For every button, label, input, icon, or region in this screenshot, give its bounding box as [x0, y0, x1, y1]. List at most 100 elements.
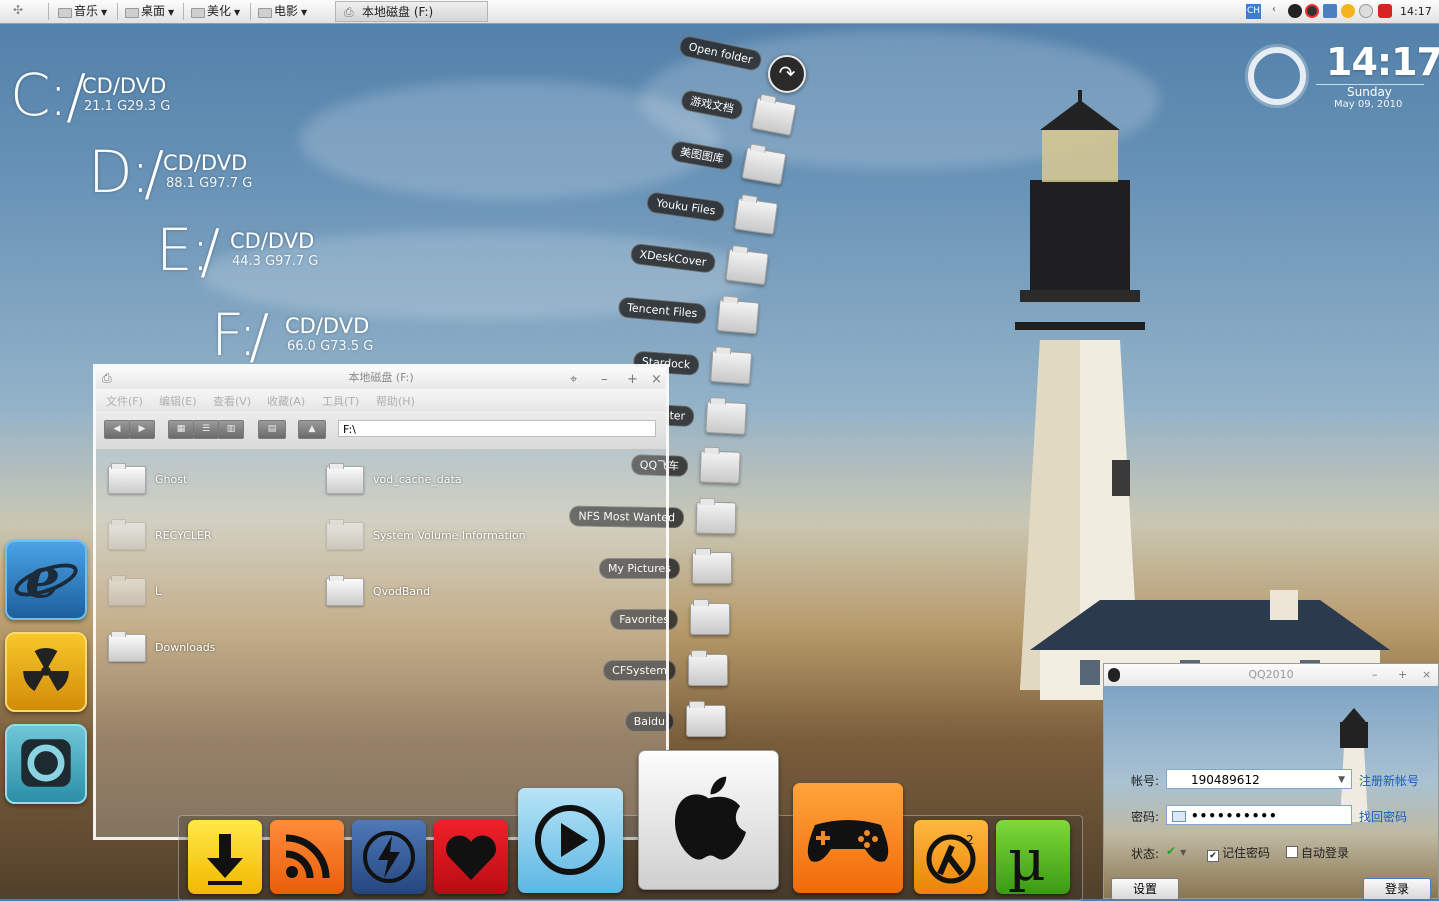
drop-icon[interactable]: [1359, 4, 1373, 18]
drive-c[interactable]: C: / CD/DVD 21.1 G29.3 G: [10, 62, 230, 136]
auto-login-checkbox[interactable]: 自动登录: [1286, 844, 1349, 861]
drive-f[interactable]: F: / CD/DVD 66.0 G73.5 G: [211, 302, 431, 372]
menu-tools[interactable]: 工具(T): [322, 393, 359, 409]
folder-icon: [108, 631, 146, 662]
open-folder-arrow-icon[interactable]: ↷: [768, 55, 806, 93]
qq-penguin-icon[interactable]: [1288, 4, 1302, 18]
address-bar[interactable]: F:\: [338, 420, 656, 437]
media-player-icon[interactable]: [518, 788, 623, 893]
folder-icon: [710, 349, 753, 385]
qq-penguin-icon[interactable]: [1305, 4, 1319, 18]
drive-d[interactable]: D: / CD/DVD 88.1 G97.7 G: [88, 139, 308, 213]
online-status-icon[interactable]: ✔ ▼: [1166, 844, 1186, 858]
menu-favorites[interactable]: 收藏(A): [267, 393, 305, 409]
shield-icon[interactable]: [1378, 4, 1392, 18]
settings-button[interactable]: 设置: [1111, 878, 1179, 900]
folder-icon: [326, 519, 364, 550]
folders-button[interactable]: ▤: [258, 420, 286, 439]
menu-view[interactable]: 查看(V): [213, 393, 251, 409]
forward-button[interactable]: ▶: [129, 420, 155, 439]
account-label: 帐号:: [1131, 774, 1160, 788]
folder-item[interactable]: ـا: [108, 575, 308, 608]
folder-icon: [741, 146, 787, 186]
folder-icon: [326, 463, 364, 494]
pin-icon[interactable]: ✣: [13, 3, 23, 17]
pin-window-icon[interactable]: ⌖: [570, 369, 577, 391]
menu-file[interactable]: 文件(F): [106, 393, 143, 409]
chevron-down-icon[interactable]: ▼: [1338, 770, 1345, 790]
taskbar-clock[interactable]: 14:17: [1400, 5, 1432, 18]
tray-expand-icon[interactable]: ‹: [1272, 4, 1276, 15]
network-icon[interactable]: [1323, 4, 1337, 18]
drive-e[interactable]: E: / CD/DVD 44.3 G97.7 G: [156, 217, 376, 291]
minimize-button[interactable]: –: [601, 369, 608, 391]
account-field[interactable]: 190489612 ▼: [1166, 769, 1352, 789]
login-button[interactable]: 登录: [1363, 878, 1431, 900]
remember-password-checkbox[interactable]: ✔ 记住密码: [1207, 844, 1270, 862]
folder-item[interactable]: vod_cache_data: [326, 463, 556, 496]
explorer-toolbar: ◀ ▶ ▦ ☰ ▥ ▤ ▲ F:\: [96, 411, 666, 450]
download-icon[interactable]: [188, 820, 262, 894]
stack-folder[interactable]: Youku Files: [645, 191, 779, 235]
folder-icon: [688, 650, 728, 686]
maximize-button[interactable]: +: [627, 369, 638, 391]
close-button[interactable]: ×: [651, 369, 662, 391]
back-button[interactable]: ◀: [104, 420, 130, 439]
maximize-button[interactable]: +: [1398, 664, 1407, 686]
top-taskbar: ✣ 音乐 ▼ 桌面 ▼ 美化 ▼ 电影 ▼ ⎙ 本地磁盘 (F:) CH ‹ 14:17: [0, 0, 1439, 24]
folder-item[interactable]: RECYCLER: [108, 519, 308, 552]
internet-explorer-icon[interactable]: e: [5, 540, 87, 620]
folder-icon: [690, 599, 730, 635]
password-label: 密码:: [1131, 810, 1160, 824]
folder-icon: [725, 248, 769, 286]
taskbar-menu-movies[interactable]: 电影 ▼: [258, 3, 307, 20]
qq-penguin-icon: [1108, 668, 1120, 682]
explorer-menubar: 文件(F) 编辑(E) 查看(V) 收藏(A) 工具(T) 帮助(H): [96, 389, 666, 426]
qq-titlebar[interactable]: QQ2010 – + ×: [1104, 664, 1438, 686]
taskbar-menu-beautify[interactable]: 美化 ▼: [191, 3, 240, 20]
drive-icon: ⎙: [102, 371, 112, 385]
folder-icon: [716, 299, 760, 335]
keyboard-icon[interactable]: [1172, 811, 1186, 822]
flash-icon[interactable]: [352, 820, 426, 894]
folder-icon: [108, 575, 146, 606]
folder-item[interactable]: Downloads: [108, 631, 308, 664]
folder-icon: [108, 463, 146, 494]
folder-icon: [692, 548, 732, 584]
taskbar-menu-desktop[interactable]: 桌面 ▼: [125, 3, 174, 20]
chevron-down-icon: ▼: [1180, 848, 1187, 857]
half-life-icon[interactable]: 2: [914, 820, 988, 894]
input-language-indicator[interactable]: CH: [1246, 4, 1261, 19]
radiation-icon[interactable]: [5, 632, 87, 712]
view-details-button[interactable]: ▥: [218, 420, 244, 439]
menu-edit[interactable]: 编辑(E): [159, 393, 197, 409]
apple-icon[interactable]: [638, 750, 779, 890]
taskbar-window-explorer[interactable]: ⎙ 本地磁盘 (F:): [335, 1, 488, 22]
up-button[interactable]: ▲: [298, 420, 326, 439]
sun-icon[interactable]: [1341, 4, 1355, 18]
forgot-password-link[interactable]: 找回密码: [1359, 808, 1407, 825]
utorrent-icon[interactable]: µ: [996, 820, 1070, 894]
view-list-button[interactable]: ☰: [193, 420, 219, 439]
folder-item[interactable]: QvodBand: [326, 575, 556, 608]
minimize-button[interactable]: –: [1372, 664, 1378, 686]
view-icons-button[interactable]: ▦: [168, 420, 194, 439]
rss-icon[interactable]: [270, 820, 344, 894]
folder-icon: [699, 450, 741, 484]
password-field[interactable]: ••••••••••: [1166, 805, 1352, 825]
gamepad-icon[interactable]: [793, 783, 903, 893]
stack-folder[interactable]: Tencent Files: [617, 296, 760, 335]
svg-text:µ: µ: [1008, 826, 1046, 894]
folder-item[interactable]: System Volume Information: [326, 519, 556, 552]
close-button[interactable]: ×: [1422, 664, 1431, 686]
taskbar-menu-music[interactable]: 音乐 ▼: [58, 3, 107, 20]
folder-item[interactable]: Ghost: [108, 463, 308, 496]
register-link[interactable]: 注册新帐号: [1359, 772, 1419, 789]
heart-icon[interactable]: [434, 820, 508, 894]
folder-icon: [108, 519, 146, 550]
camera-icon[interactable]: [5, 724, 87, 804]
folder-icon: [705, 400, 747, 435]
menu-help[interactable]: 帮助(H): [376, 393, 415, 409]
explorer-titlebar[interactable]: ⎙ 本地磁盘 (F:) ⌖ – + ×: [96, 367, 666, 389]
folder-icon: [734, 197, 779, 235]
